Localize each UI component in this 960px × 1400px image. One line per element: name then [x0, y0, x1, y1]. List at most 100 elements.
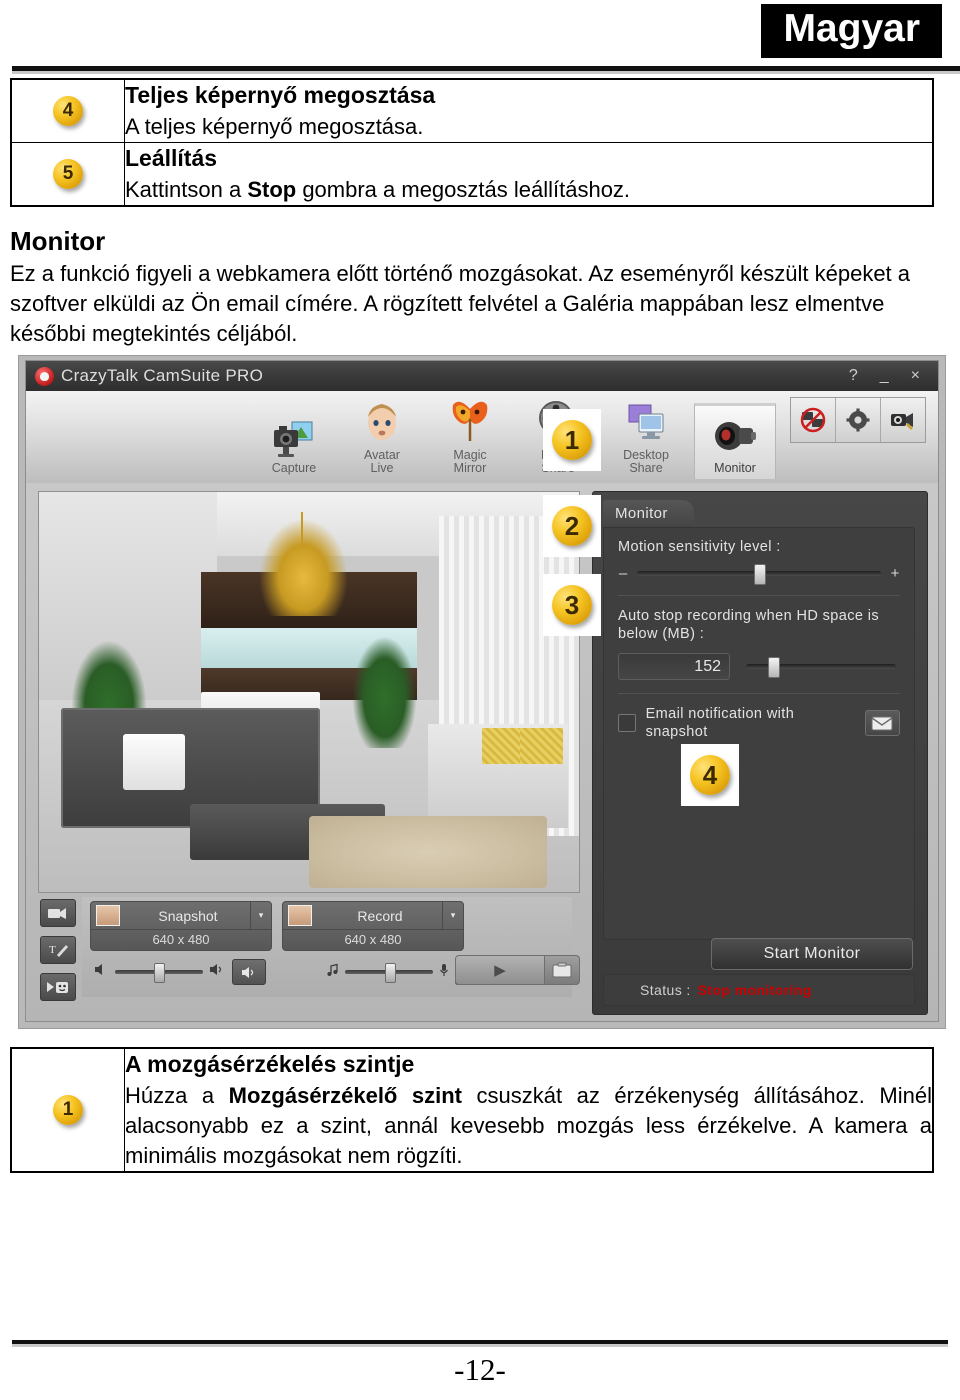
- envelope-icon[interactable]: [864, 710, 901, 736]
- speaker-volume-slider[interactable]: [115, 963, 203, 983]
- snapshot-row: Snapshot ▾: [91, 902, 271, 930]
- table-row: 5 Leállítás Kattintson a Stop gombra a m…: [10, 142, 934, 207]
- toolbar-item-monitor[interactable]: Monitor: [694, 403, 776, 479]
- toolbar-label-2: Live: [370, 461, 394, 475]
- text-cell: A mozgásérzékelés szintje Húzza a Mozgás…: [124, 1047, 934, 1173]
- number-badge: 4: [690, 755, 730, 795]
- speaker-button-icon[interactable]: [232, 959, 266, 985]
- desc-before: Húzza a: [125, 1083, 229, 1108]
- toolbar-item-avatar-live[interactable]: Avatar Live: [342, 393, 422, 479]
- row-description: Kattintson a Stop gombra a megosztás leá…: [125, 175, 932, 205]
- desc-bold: Stop: [247, 177, 297, 202]
- text-pen-icon[interactable]: T: [40, 936, 76, 964]
- panel-content: Motion sensitivity level : – + Auto stop…: [603, 527, 915, 940]
- row-title: A mozgásérzékelés szintje: [125, 1051, 415, 1077]
- app-titlebar: CrazyTalk CamSuite PRO ? _ ×: [26, 361, 938, 391]
- shield-logo-icon: [35, 366, 54, 386]
- page-number: -12-: [454, 1352, 506, 1387]
- status-value: Stop monitoring: [697, 982, 812, 998]
- video-preview[interactable]: [38, 491, 580, 893]
- email-notification-checkbox[interactable]: [618, 714, 636, 732]
- capture-controls-bar: Snapshot ▾ 640 x 480 Record ▾ 640 x 480: [82, 897, 580, 997]
- video-effect-icon[interactable]: [40, 899, 76, 927]
- chevron-down-icon[interactable]: ▾: [442, 902, 463, 929]
- divider: [618, 693, 900, 694]
- email-notification-row: Email notification with snapshot: [618, 705, 901, 741]
- toolbar-label-2: Mirror: [453, 461, 487, 475]
- number-badge: 3: [552, 585, 592, 625]
- slider-thumb[interactable]: [768, 657, 780, 678]
- gear-icon[interactable]: [836, 398, 881, 442]
- slider-thumb[interactable]: [754, 564, 766, 585]
- top-info-table: 4 Teljes képernyő megosztása A teljes ké…: [10, 78, 934, 207]
- toolbar-label-2: Share: [629, 461, 663, 475]
- badge-cell: 5: [10, 142, 125, 207]
- desc-after: gombra a megosztás leállításhoz.: [296, 177, 631, 202]
- autostop-row: 152: [618, 653, 900, 680]
- record-label: Record: [357, 907, 403, 924]
- number-badge: 4: [53, 96, 83, 126]
- motion-sensitivity-slider-row: – +: [618, 564, 900, 585]
- chevron-down-icon[interactable]: ▾: [250, 902, 271, 929]
- music-note-icon: [326, 963, 339, 981]
- disable-sharing-icon[interactable]: [791, 398, 836, 442]
- row-title: Leállítás: [125, 145, 218, 171]
- record-row: Record ▾: [283, 902, 463, 930]
- snapshot-resolution: 640 x 480: [152, 932, 210, 947]
- webcam-room-scene: [39, 492, 579, 892]
- page-header: Magyar: [0, 0, 960, 78]
- footer-divider: [12, 1340, 948, 1347]
- record-button[interactable]: Record ▾ 640 x 480: [282, 901, 464, 951]
- callout-1: 1: [543, 409, 601, 471]
- text-cell: Teljes képernyő megosztása A teljes képe…: [124, 78, 934, 143]
- panel-tab-monitor[interactable]: Monitor: [603, 500, 694, 527]
- record-resolution: 640 x 480: [344, 932, 402, 947]
- text-cell: Leállítás Kattintson a Stop gombra a meg…: [124, 142, 934, 207]
- emoticon-icon[interactable]: [40, 973, 76, 1001]
- bottom-info-table: 1 A mozgásérzékelés szintje Húzza a Mozg…: [10, 1047, 934, 1173]
- desc-before: Kattintson a: [125, 177, 248, 202]
- microphone-volume-slider[interactable]: [345, 963, 433, 983]
- snapshot-label: Snapshot: [158, 907, 218, 924]
- divider: [618, 595, 900, 596]
- help-icon[interactable]: ?: [849, 367, 858, 385]
- camera-photo-icon: [254, 406, 334, 458]
- motion-sensitivity-label: Motion sensitivity level :: [618, 539, 781, 555]
- capture-buttons: Snapshot ▾ 640 x 480 Record ▾ 640 x 480: [90, 901, 464, 951]
- autostop-slider[interactable]: [746, 657, 896, 678]
- table-row: 1 A mozgásérzékelés szintje Húzza a Mozg…: [10, 1047, 934, 1173]
- badge-cell: 4: [10, 78, 125, 143]
- minimize-icon[interactable]: _: [880, 367, 889, 385]
- speaker-low-icon: [209, 963, 226, 981]
- motion-sensitivity-slider[interactable]: [637, 564, 881, 585]
- start-monitor-button[interactable]: Start Monitor: [711, 938, 913, 970]
- toolbar-item-capture[interactable]: Capture: [254, 406, 334, 479]
- folder-icon[interactable]: [545, 955, 580, 985]
- left-tool-strip: T: [40, 899, 76, 1001]
- number-badge: 1: [53, 1095, 83, 1125]
- toolbar-right-buttons: [790, 397, 926, 443]
- snapshot-thumb-icon: [96, 905, 120, 926]
- plus-label: +: [890, 565, 900, 582]
- snapshot-button[interactable]: Snapshot ▾ 640 x 480: [90, 901, 272, 951]
- app-title: CrazyTalk CamSuite PRO: [61, 366, 264, 385]
- table-row: 4 Teljes képernyő megosztása A teljes ké…: [10, 78, 934, 143]
- row-description: Húzza a Mozgásérzékelő szint csuszkát az…: [125, 1081, 932, 1171]
- header-divider: [12, 66, 960, 74]
- toolbar-label: Capture: [271, 461, 317, 475]
- toolbar-item-magic-mirror[interactable]: Magic Mirror: [430, 393, 510, 479]
- language-banner: Magyar: [761, 4, 942, 58]
- close-icon[interactable]: ×: [911, 367, 920, 385]
- svg-text:T: T: [49, 944, 56, 956]
- avatar-face-icon: [342, 393, 422, 445]
- play-button[interactable]: ▶: [455, 955, 545, 985]
- monitor-section: Monitor Ez a funkció figyeli a webkamera…: [10, 225, 940, 349]
- toolbar-item-desktop-share[interactable]: Desktop Share: [606, 393, 686, 479]
- desc-bold: Mozgásérzékelő szint: [228, 1083, 462, 1108]
- camera-settings-icon[interactable]: [881, 398, 925, 442]
- badge-cell: 1: [10, 1047, 125, 1173]
- autostop-value-field[interactable]: 152: [618, 653, 730, 680]
- section-heading: Monitor: [10, 226, 106, 256]
- application-screenshot: CrazyTalk CamSuite PRO ? _ × Capture Ava…: [18, 355, 946, 1029]
- row-description: A teljes képernyő megosztása.: [125, 114, 424, 139]
